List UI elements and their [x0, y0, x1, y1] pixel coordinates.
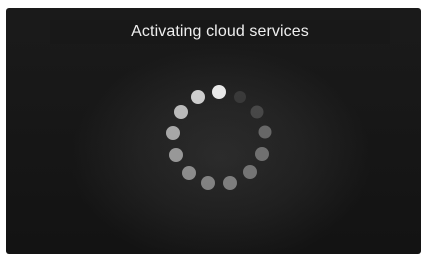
- spinner-dot-12: [174, 105, 188, 119]
- spinner-dot-8: [201, 176, 215, 190]
- spinner-dot-5: [255, 147, 269, 161]
- spinner-dot-3: [250, 105, 264, 119]
- spinner-dot-13: [191, 90, 205, 104]
- spinner-dot-11: [166, 126, 180, 140]
- spinner-dot-2: [234, 91, 246, 103]
- spinner-dot-6: [243, 165, 257, 179]
- spinner-dot-1: [212, 85, 226, 99]
- loading-spinner: [166, 85, 272, 190]
- device-screen: Activating cloud services: [6, 8, 421, 254]
- spinner-dot-10: [169, 148, 183, 162]
- spinner-dot-4: [258, 125, 272, 139]
- spinner-dot-9: [182, 166, 196, 180]
- spinner-dot-7: [223, 176, 237, 190]
- device-frame: Activating cloud services: [0, 0, 427, 260]
